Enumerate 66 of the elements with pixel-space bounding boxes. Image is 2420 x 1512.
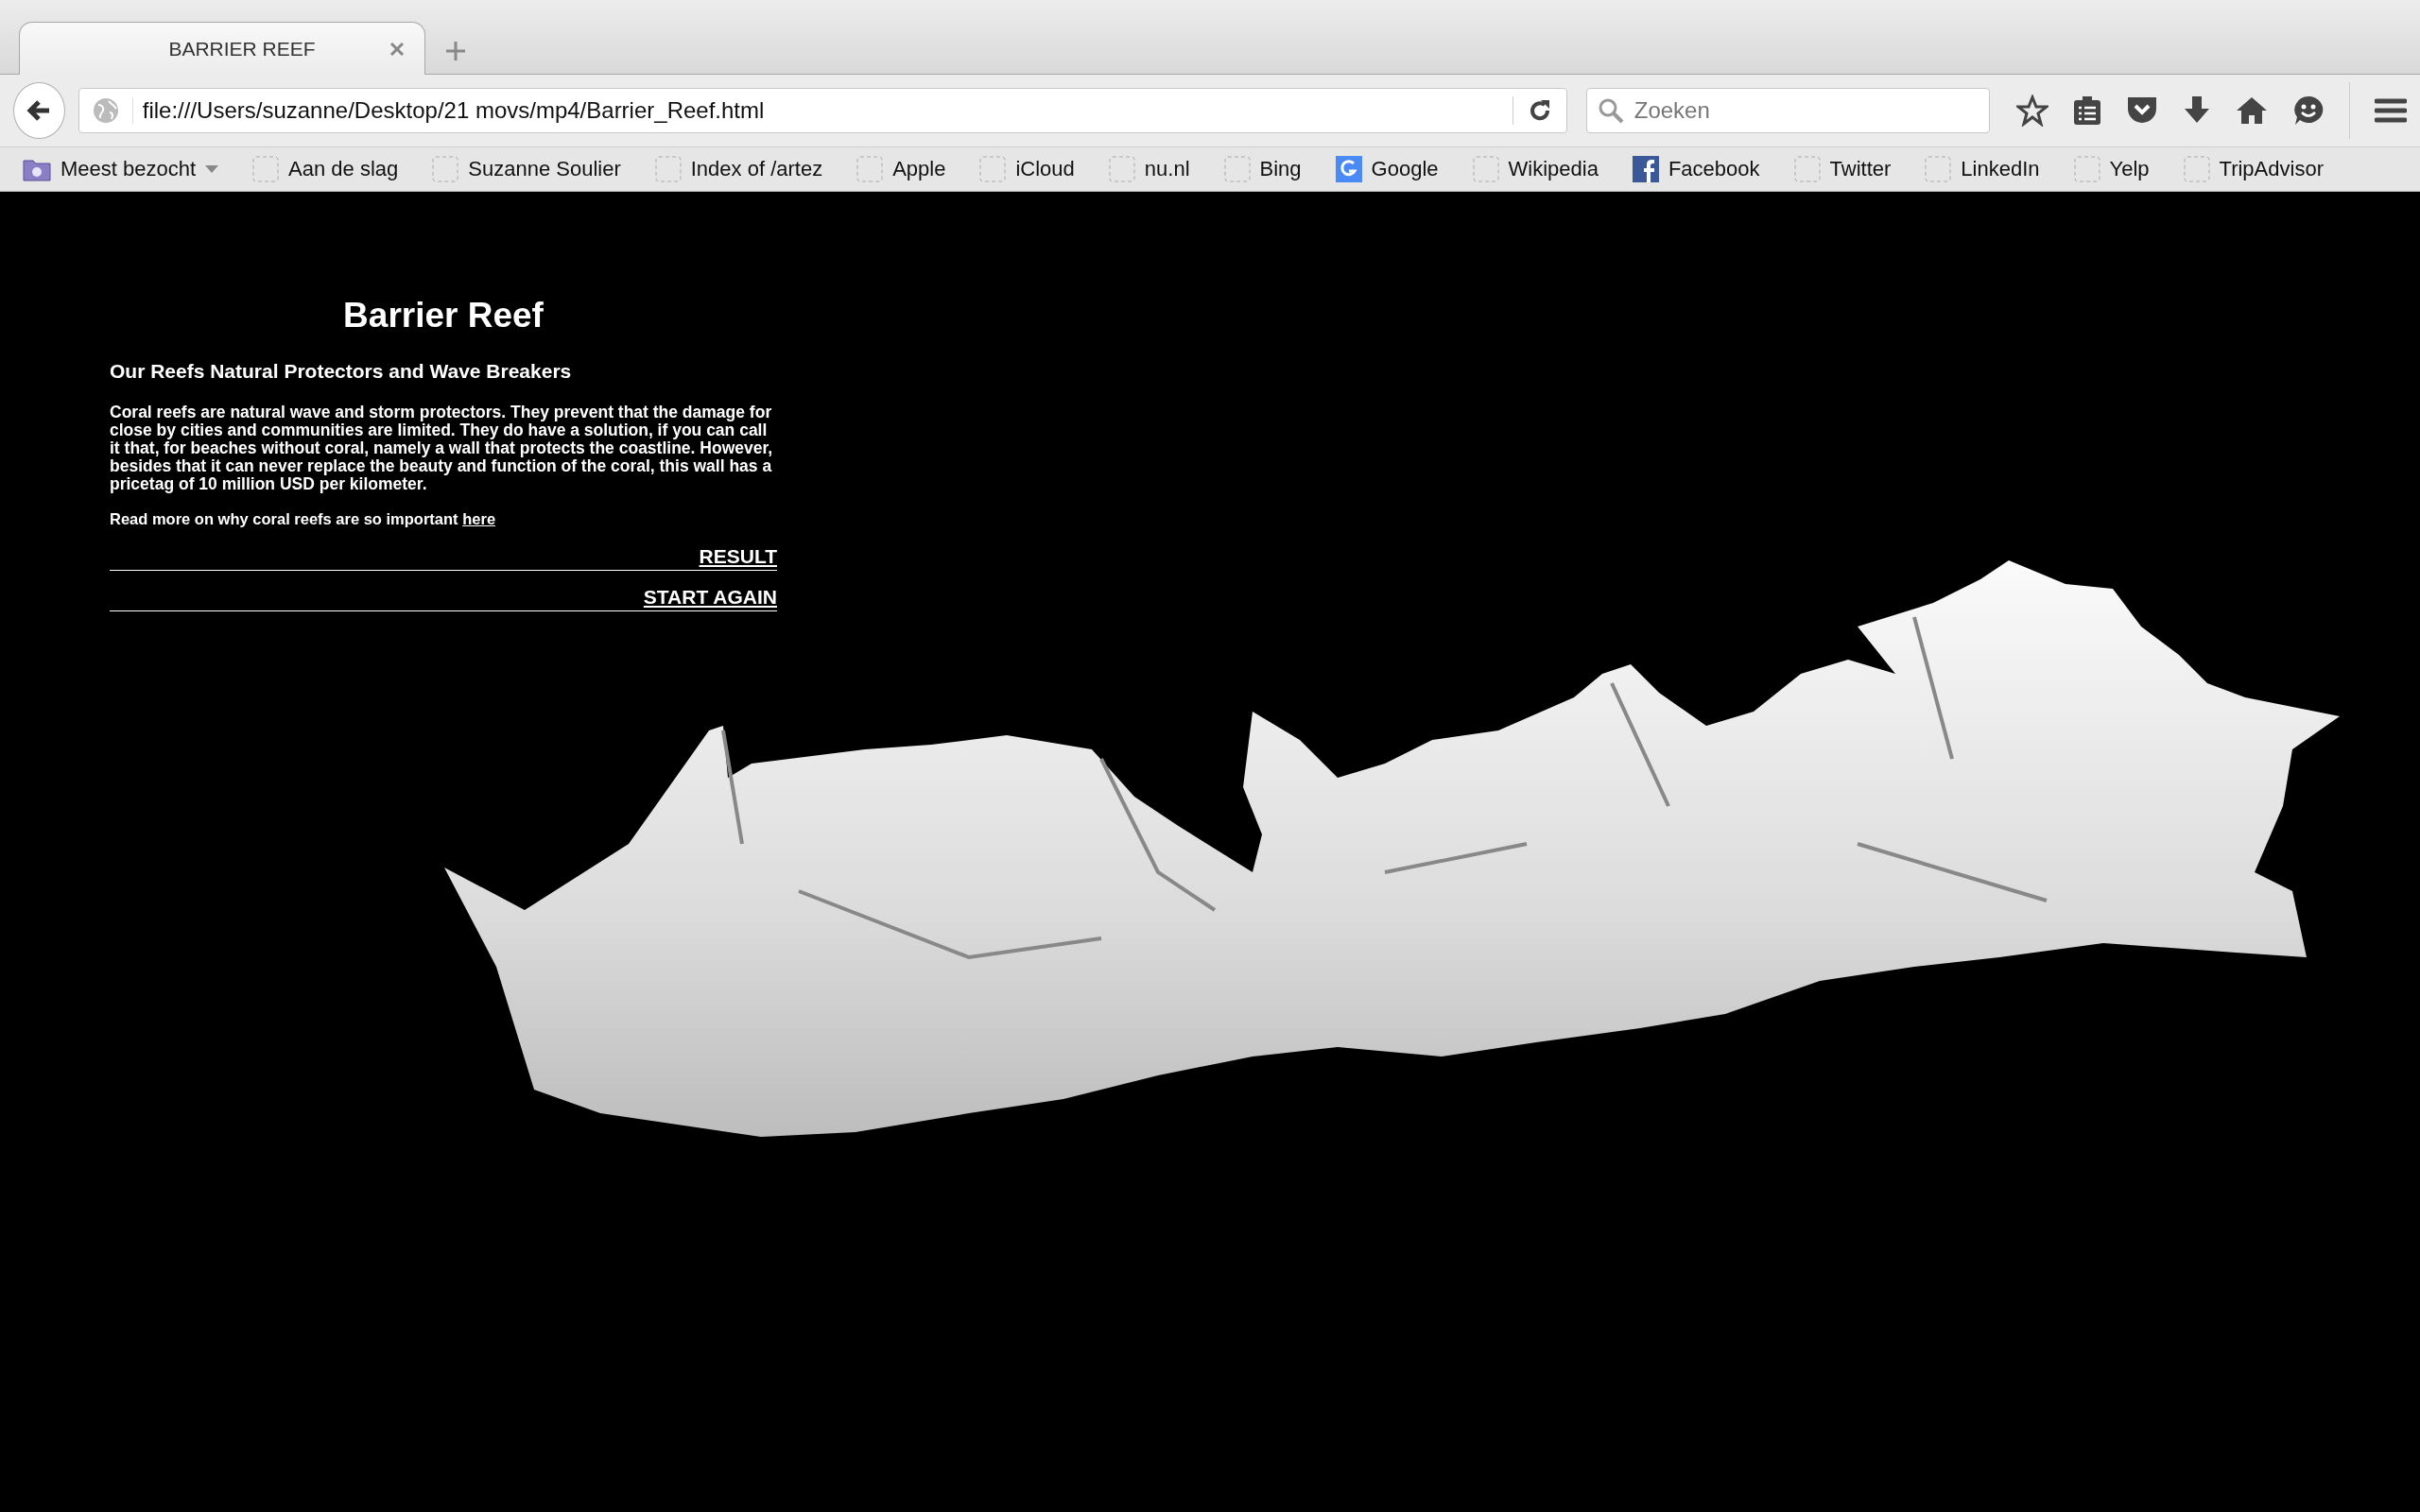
bookmark-label: nu.nl [1144, 157, 1190, 181]
bookmark-item[interactable]: Wikipedia [1472, 156, 1599, 182]
new-tab-icon[interactable] [444, 40, 467, 62]
action-link[interactable]: START AGAIN [643, 586, 777, 608]
facebook-icon [1632, 156, 1659, 182]
bookmark-label: Index of /artez [690, 157, 823, 181]
menu-icon[interactable] [2375, 97, 2407, 124]
bookmark-label: Facebook [1668, 157, 1760, 181]
page-icon [432, 156, 459, 182]
bookmark-label: Apple [892, 157, 946, 181]
here-link[interactable]: here [462, 510, 496, 527]
bookmark-item[interactable]: Google [1335, 156, 1439, 182]
bookmark-label: Meest bezocht [60, 157, 197, 181]
page-icon [1925, 156, 1952, 182]
bookmark-item[interactable]: Yelp [2073, 156, 2150, 182]
page-subtitle: Our Reefs Natural Protectors and Wave Breakers [110, 360, 573, 383]
page-icon [2073, 156, 2100, 182]
bookmark-item[interactable]: Meest bezocht [23, 157, 219, 181]
search-field[interactable]: Zoeken [1585, 88, 1990, 133]
page-icon [856, 156, 884, 182]
address-bar[interactable]: file:///Users/suzanne/Desktop/21 movs/mp4/Barrier_Reef.html [78, 88, 1567, 133]
folder-icon [23, 157, 51, 181]
bookmark-item[interactable]: Bing [1223, 156, 1302, 182]
bookmark-label: Twitter [1829, 157, 1892, 181]
bookmark-item[interactable]: Aan de slag [252, 156, 399, 182]
list-icon[interactable] [2073, 95, 2101, 126]
close-icon[interactable] [389, 40, 406, 58]
page-icon [2183, 156, 2210, 182]
bookmark-label: Bing [1259, 157, 1302, 181]
page-icon [1472, 156, 1499, 182]
bookmark-item[interactable]: nu.nl [1108, 156, 1190, 182]
bookmark-label: Wikipedia [1508, 157, 1599, 181]
browser-tab[interactable]: BARRIER REEF [19, 22, 425, 75]
page-icon [1793, 156, 1821, 182]
home-icon[interactable] [2236, 95, 2268, 126]
search-icon [1597, 97, 1624, 124]
bookmark-item[interactable]: Facebook [1632, 156, 1760, 182]
bookmark-label: Google [1371, 157, 1439, 181]
star-icon[interactable] [2016, 94, 2048, 127]
page-icon [979, 156, 1007, 182]
read-more-text: Read more on why coral reefs are so important here [110, 510, 497, 528]
bookmark-label: Yelp [2109, 157, 2150, 181]
bookmark-item[interactable]: TripAdvisor [2183, 156, 2324, 182]
bookmark-label: TripAdvisor [2219, 157, 2324, 181]
bookmark-item[interactable]: Twitter [1793, 156, 1892, 182]
bookmark-label: iCloud [1015, 157, 1075, 181]
globe-icon [92, 97, 119, 124]
page-icon [1223, 156, 1251, 182]
bookmark-item[interactable]: LinkedIn [1925, 156, 2040, 182]
page-icon [654, 156, 682, 182]
bookmark-item[interactable]: Index of /artez [654, 156, 823, 182]
action-link[interactable]: RESULT [699, 545, 777, 567]
pocket-icon[interactable] [2126, 95, 2158, 126]
bookmark-label: Aan de slag [288, 157, 399, 181]
bookmark-item[interactable]: Suzanne Soulier [432, 156, 621, 182]
google-icon [1335, 156, 1362, 182]
bookmark-label: LinkedIn [1961, 157, 2040, 181]
bookmark-item[interactable]: iCloud [979, 156, 1075, 182]
page-icon [252, 156, 280, 182]
page-title: Barrier Reef [342, 296, 544, 335]
page-icon [1108, 156, 1135, 182]
bookmark-label: Suzanne Soulier [468, 157, 621, 181]
body-paragraph: Coral reefs are natural wave and storm protectors. They prevent that the damage for close by cities and communities are limited. They do have a solution, if you can call it that, for beaches without coral, namely a wall that protects the coastline. However, besides that it can never replace the beauty and function of the coral, this wall has a pricetag of 10 million USD per kilometer. [110, 404, 774, 493]
smiley-icon[interactable] [2292, 94, 2325, 127]
dropdown-caret-icon [205, 165, 219, 173]
bookmark-item[interactable]: Apple [856, 156, 946, 182]
